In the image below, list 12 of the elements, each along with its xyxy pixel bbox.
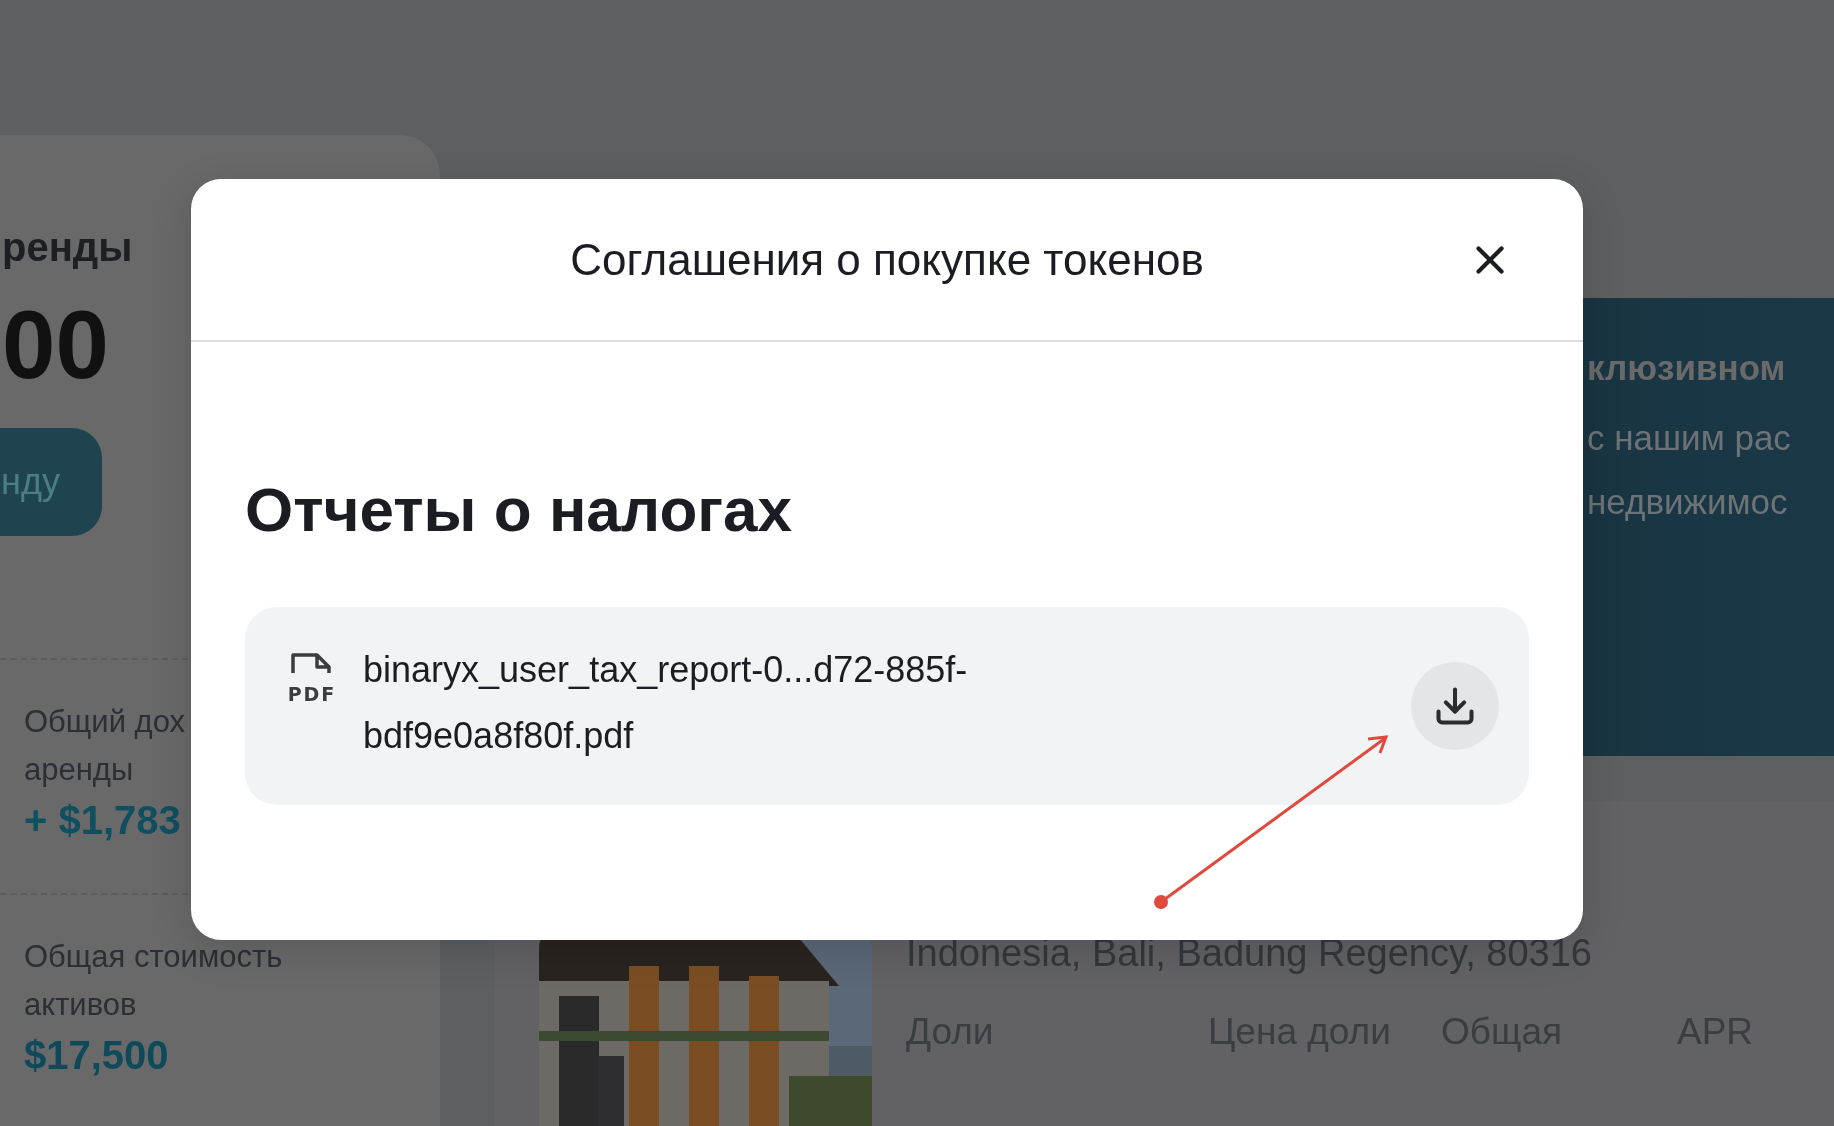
promo-text: с нашим рас недвижимос <box>1587 417 1791 523</box>
modal-title: Соглашения о покупке токенов <box>570 234 1204 285</box>
stat-label: Общая стоимость активов <box>24 937 283 1024</box>
section-title: Отчеты о налогах <box>245 474 794 545</box>
file-name: binaryx_user_tax_report-0...d72-885f-bdf9e0a8f80f.pdf <box>363 648 969 758</box>
stat-value: + $1,783 <box>24 797 181 843</box>
card-title: ренды <box>2 225 133 270</box>
stat-value: $17,500 <box>24 1032 169 1078</box>
action-button[interactable]: нду <box>0 427 102 536</box>
stat-label: Общий дох аренды <box>24 702 186 789</box>
promo-title: клюзивном <box>1587 348 1786 388</box>
amount: 00 <box>2 292 109 398</box>
